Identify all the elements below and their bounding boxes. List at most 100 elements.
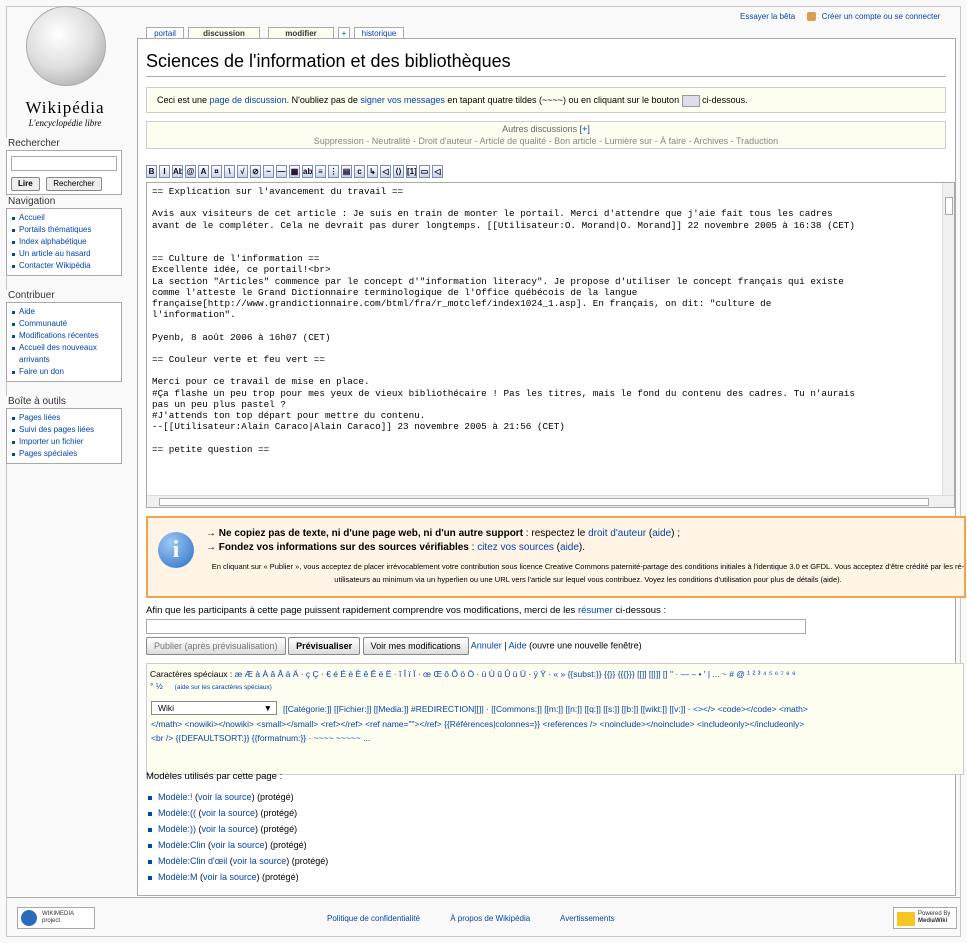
toolbar-button[interactable]: ~ [263, 165, 274, 178]
vertical-scrollbar[interactable] [942, 183, 954, 497]
logo-name: Wikipédia [25, 98, 105, 117]
toolbar-button[interactable]: ◁ [380, 165, 391, 178]
nav-item[interactable]: Contacter Wikipédia [11, 260, 117, 272]
contribuer-item[interactable]: Modifications récentes [11, 330, 117, 342]
cite-sources-link[interactable]: citez vos sources [477, 542, 554, 553]
help-link[interactable]: aide [560, 542, 579, 553]
templates-list: Modèle:! (voir la source) (protégé) Modèl… [146, 789, 328, 885]
toolbar-button[interactable]: Ab [172, 165, 183, 178]
edit-textarea[interactable]: == Explication sur l'avancement du trava… [146, 182, 955, 508]
other-discussions-box: Autres discussions [+] Suppression - Neu… [146, 121, 946, 149]
go-button[interactable]: Lire [11, 177, 40, 191]
toolbox-item[interactable]: Importer un fichier [11, 436, 117, 448]
other-discussions-title: Autres discussions [502, 124, 578, 134]
footer-link-privacy[interactable]: Politique de confidentialité [327, 914, 420, 923]
toolbar-button[interactable]: ¤ [211, 165, 222, 178]
wiki-markup-text[interactable]: </math> <nowiki></nowiki> <small></small… [151, 717, 957, 731]
help-link[interactable]: aide [652, 528, 671, 539]
scroll-thumb[interactable] [945, 197, 953, 215]
preview-button[interactable]: Prévisualiser [288, 637, 361, 655]
contribuer-item[interactable]: Accueil des nouveaux arrivants [11, 342, 117, 366]
scroll-thumb[interactable] [159, 498, 929, 506]
contribuer-item[interactable]: Faire un don [11, 366, 117, 378]
special-chars-help-link[interactable]: (aide sur les caractères spéciaux) [175, 684, 272, 691]
toolbox-item[interactable]: Pages liées [11, 412, 117, 424]
toolbar-button[interactable]: ab [302, 165, 313, 178]
template-link[interactable]: Modèle:Clin [158, 840, 206, 850]
help-note: (ouvre une nouvelle fenêtre) [526, 640, 642, 651]
expand-toggle[interactable]: [+] [580, 124, 590, 134]
contribuer-item[interactable]: Aide [11, 306, 117, 318]
toolbar-button[interactable]: ▦ [289, 165, 300, 178]
other-discussions-links[interactable]: Suppression - Neutralité - Droit d'auteu… [147, 135, 945, 147]
sign-messages-link[interactable]: signer vos messages [360, 95, 445, 105]
nav-item[interactable]: Index alphabétique [11, 236, 117, 248]
cancel-link[interactable]: Annuler [471, 640, 502, 650]
charset-select[interactable]: Wiki ▼ [151, 701, 277, 715]
toolbar-button[interactable]: B [146, 165, 157, 178]
toolbar-button[interactable]: ≡ [315, 165, 326, 178]
toolbar-button[interactable]: c [354, 165, 365, 178]
wikimedia-badge[interactable]: WIKIMEDIA project [17, 907, 95, 929]
toolbar-button[interactable]: ⋮ [328, 165, 339, 178]
toolbox-item[interactable]: Suivi des pages liées [11, 424, 117, 436]
editor-content[interactable]: == Explication sur l'avancement du trava… [147, 183, 954, 458]
toolbar-button[interactable]: ◁ [432, 165, 443, 178]
toolbar-button[interactable]: ⟨⟩ [393, 165, 404, 178]
view-source-link[interactable]: voir la source [233, 856, 287, 866]
toolbar-button[interactable]: @ [185, 165, 196, 178]
special-chars[interactable]: æ Æ à À â Â ä Ä · ç Ç · € é É è È ê Ê ë … [235, 669, 796, 679]
summary-input[interactable] [146, 619, 806, 634]
toolbar-button[interactable]: ⊘ [250, 165, 261, 178]
talk-page-link[interactable]: page de discussion [210, 95, 287, 105]
nav-item[interactable]: Accueil [11, 212, 117, 224]
toolbar-button[interactable]: ▤ [341, 165, 352, 178]
signature-icon [681, 94, 700, 107]
copyright-link[interactable]: droit d'auteur [588, 528, 646, 539]
view-source-link[interactable]: voir la source [202, 808, 256, 818]
toolbar-button[interactable]: ▭ [419, 165, 430, 178]
search-input[interactable] [11, 156, 117, 171]
toolbar-button[interactable]: \ [224, 165, 235, 178]
publish-button[interactable]: Publier (après prévisualisation) [146, 637, 286, 655]
mediawiki-badge[interactable]: Powered By MediaWiki [893, 907, 957, 929]
special-chars-extra[interactable]: ° ½ [150, 681, 163, 691]
view-source-link[interactable]: voir la source [198, 792, 252, 802]
protected-label: (protégé) [262, 872, 299, 882]
beta-link[interactable]: Essayer la bêta [740, 12, 795, 21]
wiki-markup-line[interactable]: [[Catégorie:]] [[Fichier:]] [[Media:]] #… [283, 702, 959, 716]
template-link[interactable]: Modèle:Clin d'œil [158, 856, 227, 866]
nav-item[interactable]: Portails thématiques [11, 224, 117, 236]
toolbar-button[interactable]: √ [237, 165, 248, 178]
toolbar-button[interactable]: I [159, 165, 170, 178]
show-changes-button[interactable]: Voir mes modifications [362, 637, 469, 655]
template-link[interactable]: Modèle:! [158, 792, 193, 802]
nav-item[interactable]: Un article au hasard [11, 248, 117, 260]
footer-link-about[interactable]: À propos de Wikipédia [450, 914, 530, 923]
toolbox-item[interactable]: Pages spéciales [11, 448, 117, 460]
template-link[interactable]: Modèle:M [158, 872, 198, 882]
footer-link-disclaimers[interactable]: Avertissements [560, 914, 615, 923]
horizontal-scrollbar[interactable] [147, 495, 954, 507]
view-source-link[interactable]: voir la source [203, 872, 257, 882]
special-chars-label: Caractères spéciaux : [150, 669, 235, 679]
edit-buttons: Publier (après prévisualisation) Prévisu… [146, 637, 642, 655]
wiki-markup-text[interactable]: <br /> {{DEFAULTSORT:}} {{formatnum:}} ·… [151, 731, 957, 745]
template-link[interactable]: Modèle:)) [158, 824, 196, 834]
wikipedia-logo[interactable]: Wikipédia L'encyclopédie libre [6, 6, 124, 134]
summarize-link[interactable]: résumer [578, 605, 613, 616]
search-body: Lire Rechercher [6, 151, 122, 195]
template-link[interactable]: Modèle:(( [158, 808, 196, 818]
search-button[interactable]: Rechercher [46, 177, 102, 191]
toolbar-button[interactable]: — [276, 165, 287, 178]
login-link[interactable]: Créer un compte ou se connecter [822, 12, 941, 21]
warning-line-1: → Ne copiez pas de texte, ni d'une page … [206, 528, 680, 539]
view-source-link[interactable]: voir la source [202, 824, 256, 834]
toolbar-button[interactable]: [1] [406, 165, 417, 178]
protected-label: (protégé) [270, 840, 307, 850]
contribuer-item[interactable]: Communauté [11, 318, 117, 330]
view-source-link[interactable]: voir la source [211, 840, 265, 850]
toolbar-button[interactable]: A [198, 165, 209, 178]
help-link[interactable]: Aide [509, 640, 527, 650]
toolbar-button[interactable]: ↳ [367, 165, 378, 178]
